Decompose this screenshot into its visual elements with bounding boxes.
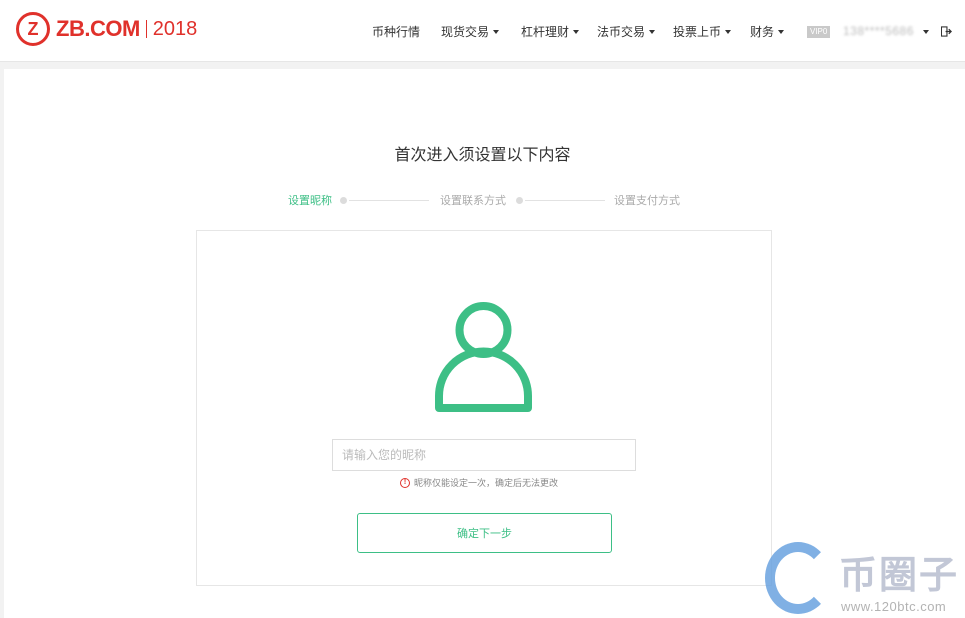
nav-item-fiat-trading[interactable]: 法币交易 — [597, 23, 656, 40]
hint-text: 昵称仅能设定一次，确定后无法更改 — [414, 479, 559, 489]
step-set-contact: 设置联系方式 — [440, 194, 506, 207]
warning-icon: ! — [400, 477, 410, 488]
nav-item-market[interactable]: 币种行情 — [372, 23, 420, 40]
logo-badge: Z — [16, 12, 50, 46]
watermark-logo-icon — [765, 542, 831, 614]
nav-item-label: 投票上币 — [673, 25, 722, 39]
step-connector — [349, 200, 429, 201]
chevron-down-icon — [573, 29, 580, 34]
top-header: Z ZB.COM 2018 币种行情 现货交易 杠杆理财 法币交易 投票上币 财… — [0, 0, 965, 62]
logo[interactable]: Z ZB.COM 2018 — [16, 12, 197, 46]
chevron-down-icon — [778, 29, 785, 34]
nav-item-vote-listing[interactable]: 投票上币 — [673, 23, 732, 40]
nickname-hint: ! 昵称仅能设定一次，确定后无法更改 — [400, 476, 558, 489]
nav-item-label: 币种行情 — [372, 25, 421, 39]
nav-item-label: 财务 — [750, 25, 775, 39]
nav-item-label: 杠杆理财 — [521, 25, 570, 39]
step-set-nickname: 设置昵称 — [288, 194, 332, 207]
nav-item-label: 现货交易 — [441, 25, 490, 39]
watermark-url: www.120btc.com — [841, 599, 947, 614]
nickname-input[interactable] — [332, 439, 636, 471]
step-indicator: 设置昵称 设置联系方式 设置支付方式 — [0, 190, 965, 210]
logo-text: ZB.COM — [56, 16, 140, 41]
logo-mark: Z — [27, 19, 39, 39]
nav-item-spot-trading[interactable]: 现货交易 — [441, 23, 500, 40]
watermark-title: 币圈子 — [839, 553, 960, 597]
chevron-down-icon — [725, 29, 732, 34]
next-step-button[interactable]: 确定下一步 — [357, 513, 612, 553]
vip-badge: VIP0 — [807, 26, 831, 38]
account-name[interactable]: 138****5686 — [843, 24, 914, 38]
nav-item-finance[interactable]: 财务 — [750, 23, 785, 40]
nav-item-label: 法币交易 — [597, 25, 646, 39]
account-chevron-down-icon[interactable] — [923, 30, 929, 34]
page-title: 首次进入须设置以下内容 — [394, 145, 571, 164]
logo-year: 2018 — [152, 17, 198, 40]
step-set-payment: 设置支付方式 — [614, 194, 680, 207]
logout-icon[interactable] — [941, 26, 952, 37]
step-connector — [525, 200, 605, 201]
chevron-down-icon — [493, 29, 500, 34]
nav-item-margin[interactable]: 杠杆理财 — [521, 23, 580, 40]
user-icon — [435, 302, 532, 412]
watermark: 币圈子 www.120btc.com — [765, 540, 965, 618]
step-dot — [516, 197, 523, 204]
logo-divider — [145, 20, 147, 38]
chevron-down-icon — [649, 29, 656, 34]
step-dot — [340, 197, 347, 204]
